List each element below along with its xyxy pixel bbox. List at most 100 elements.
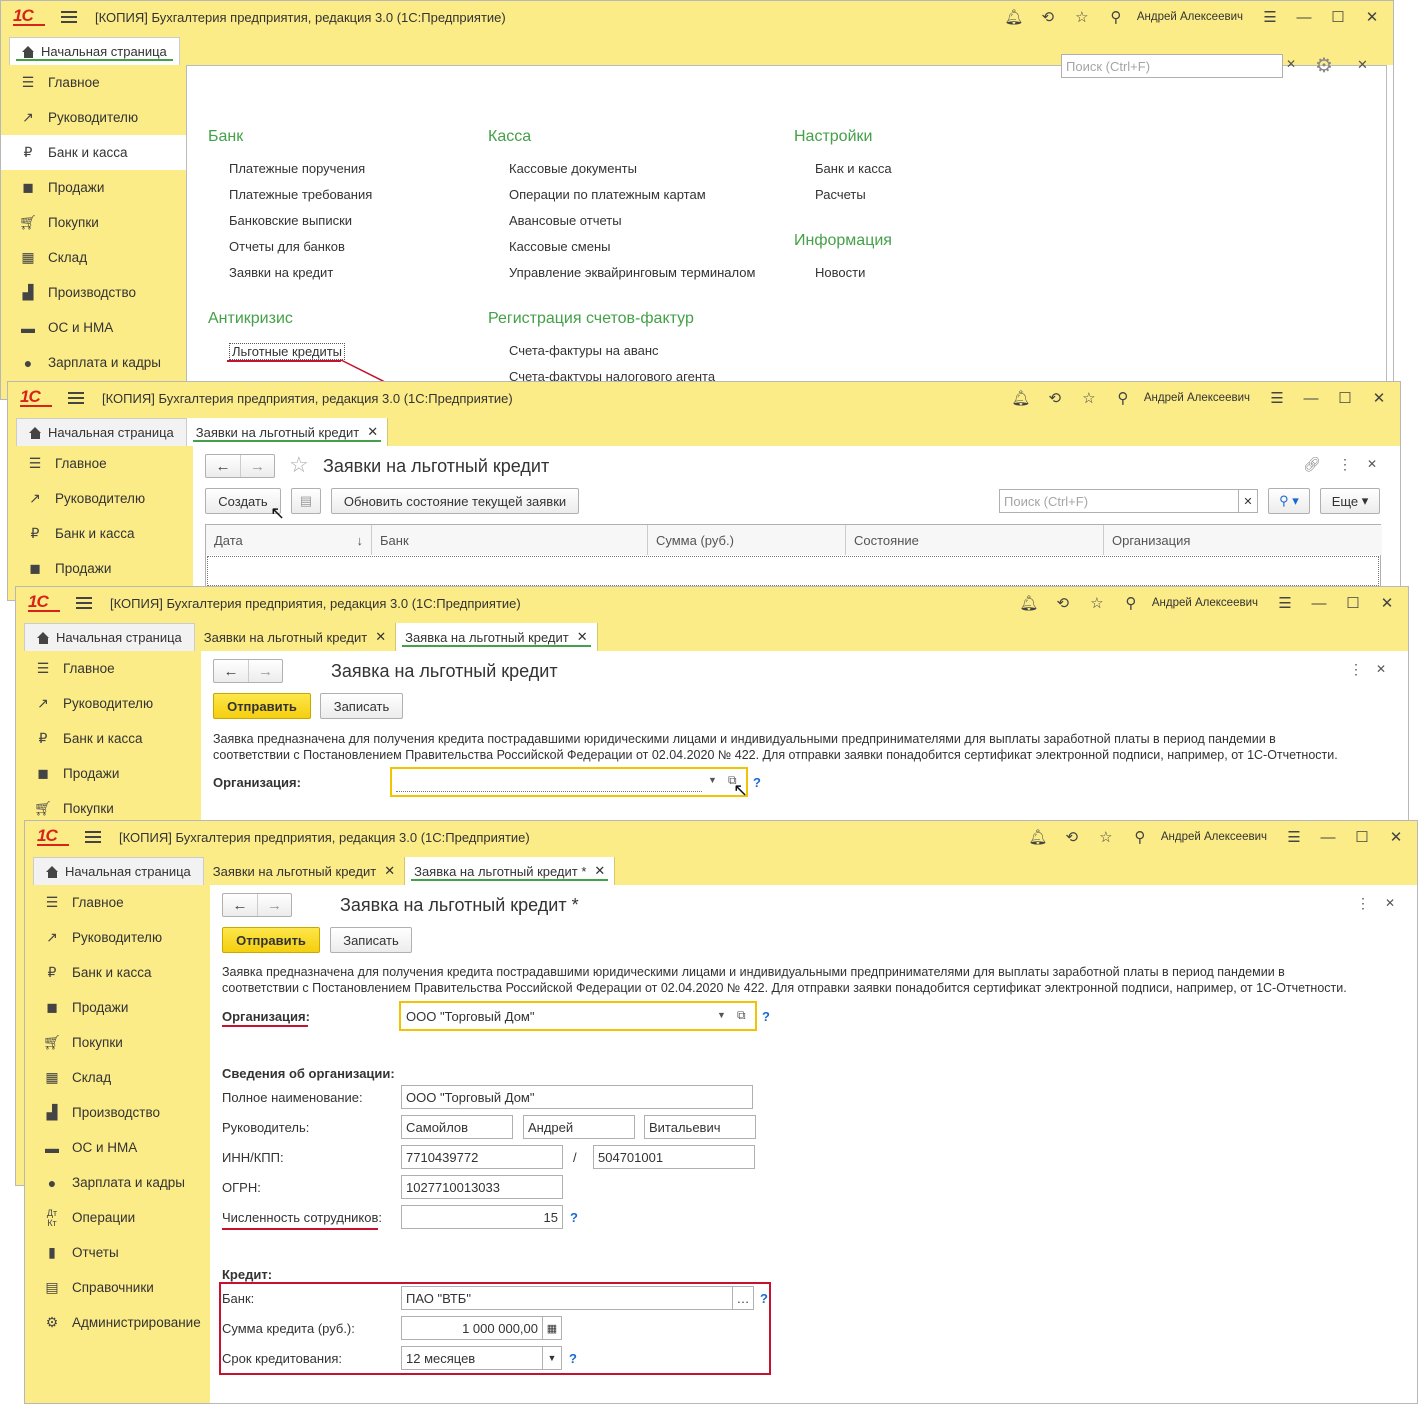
- org-input[interactable]: ООО "Торговый Дом": [406, 1009, 535, 1024]
- tab-home[interactable]: Начальная страница: [9, 37, 180, 65]
- close-tab-icon[interactable]: ✕: [577, 629, 588, 645]
- bell-icon[interactable]: 🔔︎: [1004, 382, 1038, 414]
- close-form-icon[interactable]: ✕: [1376, 662, 1386, 676]
- column-sum[interactable]: Сумма (руб.): [648, 525, 846, 555]
- search-icon[interactable]: ⚲: [1123, 821, 1157, 853]
- back-icon[interactable]: ←: [214, 660, 248, 682]
- help-icon[interactable]: ?: [753, 775, 761, 790]
- history-icon[interactable]: ⟲: [1046, 587, 1080, 619]
- bell-icon[interactable]: 🔔︎: [1021, 821, 1055, 853]
- minimize-icon[interactable]: —: [1302, 587, 1336, 619]
- history-icon[interactable]: ⟲: [1031, 1, 1065, 33]
- org-input[interactable]: [396, 773, 702, 792]
- tab-requests[interactable]: Заявки на льготный кредит ✕: [194, 623, 397, 651]
- sidebar-item-main[interactable]: ☰ Главное: [25, 885, 210, 920]
- sidebar-item-sales[interactable]: ◼ Продажи: [16, 756, 201, 791]
- sidebar-item-manager[interactable]: ↗ Руководителю: [8, 481, 193, 516]
- sidebar-item-operations[interactable]: Дт Кт Операции: [25, 1200, 210, 1235]
- link-advance-reports[interactable]: Авансовые отчеты: [509, 213, 622, 228]
- send-button[interactable]: Отправить: [213, 693, 311, 719]
- sidebar-item-reports[interactable]: ▮ Отчеты: [25, 1235, 210, 1270]
- settings-lines-icon[interactable]: ☰: [1268, 587, 1302, 619]
- back-icon[interactable]: ←: [206, 455, 240, 477]
- more-vertical-icon[interactable]: ⋮: [1338, 456, 1352, 473]
- sidebar-item-assets[interactable]: ▬ ОС и НМА: [1, 310, 186, 345]
- bank-select-button[interactable]: …: [732, 1286, 754, 1310]
- sidebar-item-purchases[interactable]: 🛒︎ Покупки: [25, 1025, 210, 1060]
- full-name-field[interactable]: ООО "Торговый Дом": [401, 1085, 753, 1109]
- minimize-icon[interactable]: —: [1287, 1, 1321, 33]
- column-org[interactable]: Организация: [1104, 525, 1382, 555]
- save-button[interactable]: Записать: [330, 927, 412, 953]
- link-settings-bank[interactable]: Банк и касса: [815, 161, 892, 176]
- maximize-icon[interactable]: ☐: [1336, 587, 1370, 619]
- star-icon[interactable]: ☆: [1072, 382, 1106, 414]
- sidebar-item-bank[interactable]: ₽ Банк и касса: [8, 516, 193, 551]
- close-tab-icon[interactable]: ✕: [367, 424, 378, 440]
- link-invoices-advance[interactable]: Счета-фактуры на аванс: [509, 343, 659, 358]
- forward-icon[interactable]: →: [248, 660, 282, 682]
- sidebar-item-directories[interactable]: ▤ Справочники: [25, 1270, 210, 1305]
- main-menu-icon[interactable]: [85, 831, 101, 843]
- maximize-icon[interactable]: ☐: [1321, 1, 1355, 33]
- ogrn-field[interactable]: 1027710013033: [401, 1175, 563, 1199]
- close-form-icon[interactable]: ✕: [1367, 457, 1377, 471]
- bell-icon[interactable]: 🔔︎: [1012, 587, 1046, 619]
- link-payment-orders[interactable]: Платежные поручения: [229, 161, 365, 176]
- sum-field[interactable]: 1 000 000,00: [401, 1316, 543, 1340]
- nav-arrows[interactable]: ← →: [205, 454, 275, 478]
- sidebar-item-sales[interactable]: ◼ Продажи: [8, 551, 193, 586]
- sidebar-item-admin[interactable]: ⚙ Администрирование: [25, 1305, 210, 1340]
- user-name[interactable]: Андрей Алексеевич: [1137, 11, 1243, 23]
- link-cash-docs[interactable]: Кассовые документы: [509, 161, 637, 176]
- first-name-field[interactable]: Андрей: [523, 1115, 635, 1139]
- staff-field[interactable]: 15: [401, 1205, 563, 1229]
- back-icon[interactable]: ←: [223, 894, 257, 916]
- search-icon[interactable]: ⚲: [1114, 587, 1148, 619]
- link-bank-statements[interactable]: Банковские выписки: [229, 213, 352, 228]
- open-icon[interactable]: ⧉: [737, 1008, 746, 1023]
- close-icon[interactable]: ✕: [1355, 1, 1389, 33]
- tab-home[interactable]: Начальная страница: [33, 857, 204, 885]
- sidebar-item-salary[interactable]: ● Зарплата и кадры: [25, 1165, 210, 1200]
- link-preferential-credits[interactable]: Льготные кредиты: [229, 343, 346, 360]
- link-settings-calc[interactable]: Расчеты: [815, 187, 866, 202]
- save-button[interactable]: Записать: [320, 693, 403, 719]
- sidebar-item-manager[interactable]: ↗ Руководителю: [25, 920, 210, 955]
- clear-search-icon[interactable]: ✕: [1286, 57, 1296, 71]
- link-icon[interactable]: 🔗︎: [1303, 456, 1321, 473]
- clear-search-button[interactable]: ✕: [1238, 489, 1258, 513]
- help-icon[interactable]: ?: [569, 1351, 577, 1366]
- star-icon[interactable]: ☆: [1080, 587, 1114, 619]
- close-form-icon[interactable]: ✕: [1385, 896, 1395, 910]
- sidebar-item-production[interactable]: ▟ Производство: [1, 275, 186, 310]
- kpp-field[interactable]: 504701001: [593, 1145, 755, 1169]
- calculator-icon[interactable]: ▦: [542, 1316, 562, 1340]
- search-icon[interactable]: ⚲: [1106, 382, 1140, 414]
- favorite-star-icon[interactable]: ☆: [289, 452, 309, 478]
- sidebar-item-warehouse[interactable]: ▦ Склад: [25, 1060, 210, 1095]
- star-icon[interactable]: ☆: [1089, 821, 1123, 853]
- minimize-icon[interactable]: —: [1311, 821, 1345, 853]
- forward-icon[interactable]: →: [240, 455, 274, 477]
- more-vertical-icon[interactable]: ⋮: [1349, 661, 1363, 678]
- more-vertical-icon[interactable]: ⋮: [1356, 895, 1370, 912]
- sidebar-item-sales[interactable]: ◼ Продажи: [25, 990, 210, 1025]
- close-tab-icon[interactable]: ✕: [594, 863, 605, 879]
- tab-home[interactable]: Начальная страница: [24, 623, 195, 651]
- user-name[interactable]: Андрей Алексеевич: [1161, 831, 1267, 843]
- settings-lines-icon[interactable]: ☰: [1260, 382, 1294, 414]
- bank-field[interactable]: ПАО "ВТБ": [401, 1286, 733, 1310]
- sidebar-item-main[interactable]: ☰ Главное: [8, 446, 193, 481]
- user-name[interactable]: Андрей Алексеевич: [1144, 392, 1250, 404]
- sidebar-item-manager[interactable]: ↗ Руководителю: [16, 686, 201, 721]
- sidebar-item-purchases[interactable]: 🛒︎ Покупки: [1, 205, 186, 240]
- refresh-status-button[interactable]: Обновить состояние текущей заявки: [331, 488, 579, 514]
- help-icon[interactable]: ?: [760, 1291, 768, 1306]
- copy-button[interactable]: ▤: [291, 488, 321, 514]
- send-button[interactable]: Отправить: [222, 927, 320, 953]
- nav-arrows[interactable]: ← →: [222, 893, 292, 917]
- link-bank-reports[interactable]: Отчеты для банков: [229, 239, 345, 254]
- help-icon[interactable]: ?: [762, 1009, 770, 1024]
- link-card-ops[interactable]: Операции по платежным картам: [509, 187, 706, 202]
